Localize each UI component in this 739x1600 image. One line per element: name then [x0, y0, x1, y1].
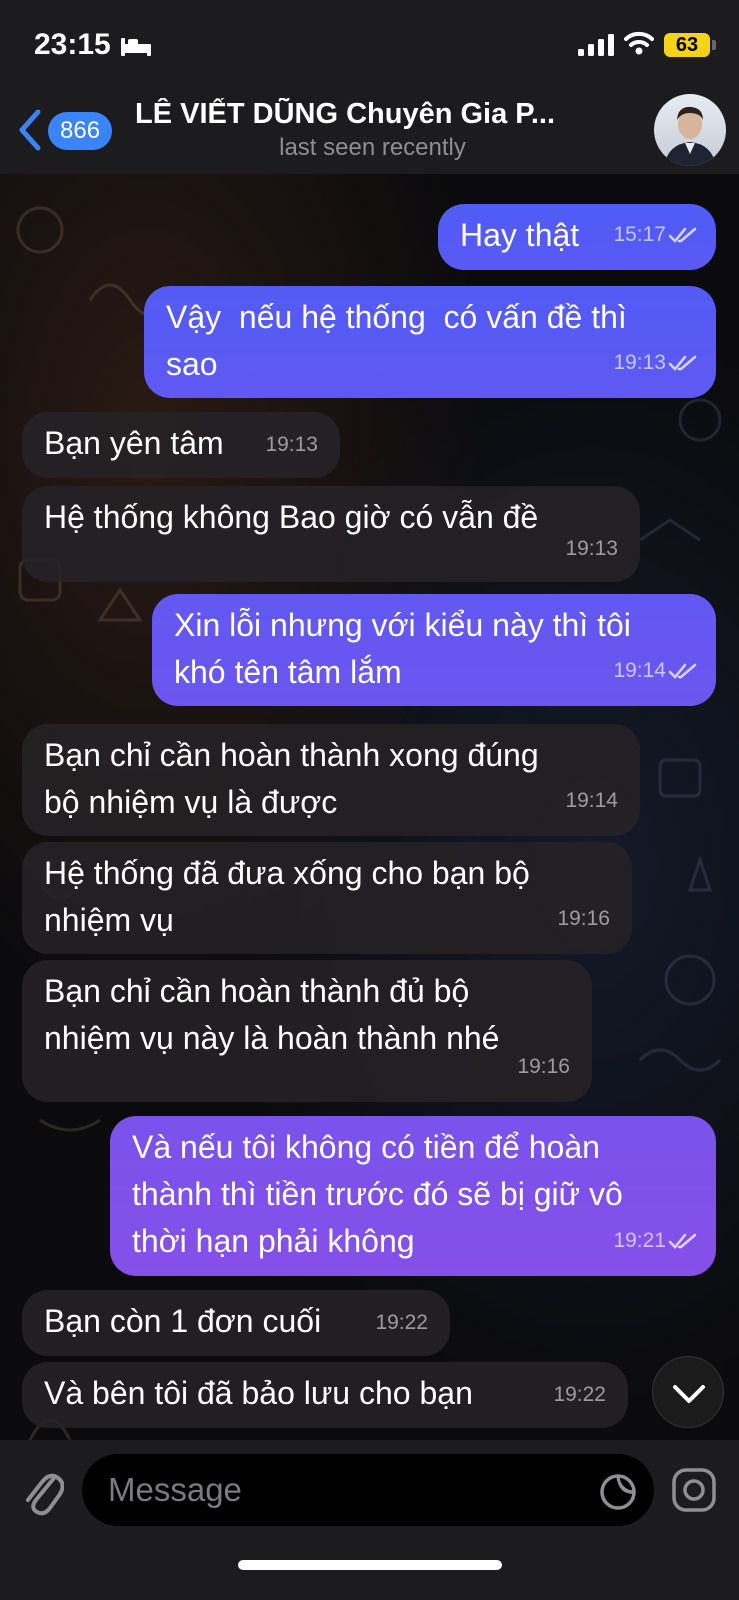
signal-icon — [578, 34, 614, 56]
camera-icon[interactable] — [670, 1466, 718, 1514]
home-indicator — [238, 1560, 502, 1570]
message-text: Và nếu tôi không có tiền để hoàn thành t… — [132, 1129, 623, 1259]
outgoing-message[interactable]: Xin lỗi nhưng với kiểu này thì tôi khó t… — [152, 594, 716, 706]
message-meta: 15:17 — [613, 211, 698, 258]
incoming-message[interactable]: Hệ thống không Bao giờ có vẫn đề 19:13 — [22, 486, 640, 582]
sleep-mode-icon — [121, 38, 151, 56]
message-time: 19:13 — [613, 351, 666, 374]
message-text: Hệ thống không Bao giờ có vẫn đề — [44, 499, 539, 535]
scroll-down-button[interactable] — [652, 1356, 724, 1428]
wifi-icon — [624, 31, 654, 55]
double-check-icon — [668, 1234, 697, 1250]
double-check-icon — [668, 664, 697, 680]
incoming-message[interactable]: Bạn yên tâm 19:13 — [22, 412, 340, 478]
chevron-down-icon — [673, 1385, 705, 1403]
message-text: Hệ thống đã đưa xống cho bạn bộ nhiệm vụ — [44, 855, 530, 938]
message-time: 19:14 — [565, 789, 618, 812]
status-bar: 23:15 63 — [0, 0, 739, 90]
message-meta: 19:16 — [557, 895, 610, 942]
incoming-message[interactable]: Hệ thống đã đưa xống cho bạn bộ nhiệm vụ… — [22, 842, 632, 954]
chat-title[interactable]: LÊ VIẾT DŨNG Chuyên Gia P... — [135, 98, 610, 131]
paperclip-icon[interactable] — [20, 1462, 64, 1518]
unread-count-badge[interactable]: 866 — [48, 112, 113, 150]
outgoing-message[interactable]: Và nếu tôi không có tiền để hoàn thành t… — [110, 1116, 716, 1276]
message-text: Bạn chỉ cần hoàn thành xong đúng bộ nhiệ… — [44, 737, 539, 820]
message-time: 19:14 — [613, 659, 666, 682]
battery-indicator: 63 — [664, 33, 710, 57]
message-meta: 19:13 — [565, 525, 618, 572]
message-composer — [0, 1440, 739, 1600]
incoming-message[interactable]: Bạn còn 1 đơn cuối 19:22 — [22, 1290, 450, 1356]
battery-cap — [712, 40, 716, 50]
message-meta: 19:13 — [265, 421, 318, 468]
incoming-message[interactable]: Bạn chỉ cần hoàn thành đủ bộ nhiệm vụ nà… — [22, 960, 592, 1102]
message-meta: 19:14 — [565, 777, 618, 824]
message-meta: 19:22 — [375, 1299, 428, 1346]
chat-header: 866 LÊ VIẾT DŨNG Chuyên Gia P... last se… — [0, 90, 739, 174]
message-time: 19:21 — [613, 1229, 666, 1252]
outgoing-message[interactable]: Hay thật 15:17 — [438, 204, 716, 270]
status-time: 23:15 — [34, 28, 111, 61]
message-text: Bạn chỉ cần hoàn thành đủ bộ nhiệm vụ nà… — [44, 973, 500, 1056]
message-time: 19:22 — [375, 1311, 428, 1334]
message-time: 15:17 — [613, 223, 666, 246]
message-meta: 19:14 — [613, 647, 698, 694]
double-check-icon — [668, 228, 697, 244]
back-chevron-icon[interactable] — [16, 108, 44, 152]
message-text: Và bên tôi đã bảo lưu cho bạn — [44, 1375, 473, 1411]
message-meta: 19:22 — [553, 1371, 606, 1418]
message-time: 19:16 — [517, 1055, 570, 1078]
chat-subtitle: last seen recently — [279, 134, 466, 161]
message-time: 19:13 — [565, 537, 618, 560]
double-check-icon — [668, 356, 697, 372]
message-meta: 19:21 — [613, 1217, 698, 1264]
message-time: 19:22 — [553, 1383, 606, 1406]
message-text: Bạn còn 1 đơn cuối — [44, 1303, 322, 1339]
outgoing-message[interactable]: Vậy nếu hệ thống có vấn đề thì sao 19:13 — [144, 286, 716, 398]
message-meta: 19:13 — [613, 339, 698, 386]
message-input[interactable] — [82, 1454, 654, 1526]
message-time: 19:16 — [557, 907, 610, 930]
message-time: 19:13 — [265, 433, 318, 456]
message-meta: 19:16 — [517, 1043, 570, 1090]
avatar-portrait-icon — [664, 106, 716, 166]
avatar[interactable] — [654, 94, 726, 166]
incoming-message[interactable]: Bạn chỉ cần hoàn thành xong đúng bộ nhiệ… — [22, 724, 640, 836]
incoming-message[interactable]: Và bên tôi đã bảo lưu cho bạn 19:22 — [22, 1362, 628, 1428]
sticker-icon[interactable] — [598, 1472, 638, 1512]
